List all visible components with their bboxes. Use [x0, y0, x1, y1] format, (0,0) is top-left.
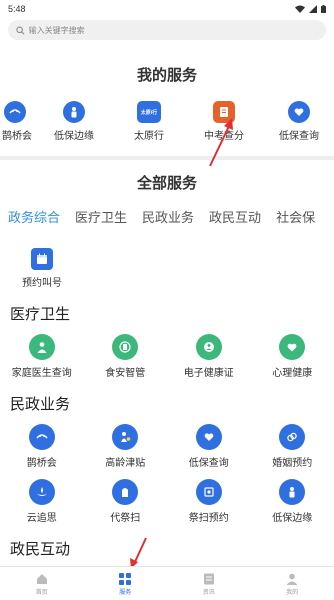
food-safety-icon	[112, 334, 139, 360]
tab-interaction[interactable]: 政民互动	[209, 207, 261, 226]
my-services-title: 我的服务	[136, 67, 197, 84]
nav-news[interactable]: 资讯	[167, 567, 251, 600]
service-tabs: 政务综合 医疗卫生 民政业务 政民互动 社会保	[0, 207, 334, 226]
service-label: 预约叫号	[22, 278, 62, 289]
taiyuanxing-badge: 太原i行	[140, 109, 158, 116]
heart-hand-icon	[195, 424, 222, 450]
service-label: 心理健康	[272, 368, 313, 379]
service-proxy-sweep[interactable]: 代祭扫	[84, 479, 168, 524]
my-service-score-query[interactable]: 中考查分	[191, 101, 257, 142]
my-service-magpie[interactable]: 鹊桥会	[2, 101, 32, 142]
all-services-title: 全部服务	[136, 175, 197, 192]
bottom-nav: 首页 服务 资讯 我的	[0, 566, 334, 600]
service-family-doctor[interactable]: 家庭医生查询	[0, 334, 84, 379]
search-icon	[16, 26, 25, 35]
medical-title: 医疗卫生	[10, 306, 71, 323]
service-label: 家庭医生查询	[11, 368, 72, 379]
interaction-title: 政民互动	[10, 541, 71, 558]
nav-home[interactable]: 首页	[0, 567, 84, 600]
calendar-icon	[31, 248, 53, 270]
memorial-icon	[28, 479, 55, 505]
status-icons	[295, 5, 326, 13]
service-label: 食安智管	[105, 368, 146, 379]
service-elderly-allowance[interactable]: 高龄津贴	[84, 424, 168, 469]
taiyuan-xing-icon: 太原i行	[137, 101, 161, 123]
service-magpie[interactable]: 鹊桥会	[0, 424, 84, 469]
person-family-icon	[279, 479, 306, 505]
civil-title: 民政业务	[10, 396, 71, 413]
service-label: 低保边缘	[272, 513, 313, 524]
nav-label: 我的	[286, 589, 299, 596]
service-dibao-query[interactable]: 低保查询	[167, 424, 251, 469]
service-label: 婚姻预约	[272, 458, 313, 469]
medical-grid: 家庭医生查询 食安智管 电子健康证 心理健康	[0, 334, 334, 379]
score-query-icon	[213, 101, 235, 123]
my-service-dibao-query[interactable]: 低保查询	[266, 101, 332, 142]
mental-health-icon	[279, 334, 306, 360]
tab-civil[interactable]: 民政业务	[142, 207, 194, 226]
elderly-allowance-icon	[112, 424, 139, 450]
marriage-icon	[279, 424, 306, 450]
service-cloud-memorial[interactable]: 云追思	[0, 479, 84, 524]
heart-hand-icon	[288, 101, 310, 123]
nav-services[interactable]: 服务	[84, 567, 168, 600]
status-bar: 5:48	[0, 0, 334, 18]
nav-label: 资讯	[202, 589, 215, 596]
grid-icon	[119, 572, 132, 585]
my-service-label: 鹊桥会	[2, 131, 32, 142]
service-sweep-booking[interactable]: 祭扫预约	[167, 479, 251, 524]
home-icon	[36, 573, 47, 584]
service-mental-health[interactable]: 心理健康	[251, 334, 334, 379]
search-bar	[0, 18, 334, 46]
my-service-label: 中考查分	[204, 131, 244, 142]
person-family-icon	[63, 101, 85, 123]
my-service-label: 太原行	[134, 131, 164, 142]
tomb-sweep-icon	[112, 479, 139, 505]
magpie-bridge-icon	[4, 101, 26, 123]
service-label: 鹊桥会	[26, 458, 57, 469]
my-services-row: 鹊桥会 低保边缘 太原i行 太原行 中考查分 低保查询	[0, 101, 334, 142]
service-health-cert[interactable]: 电子健康证	[167, 334, 251, 379]
service-label: 祭扫预约	[188, 513, 229, 524]
battery-icon	[321, 5, 326, 13]
service-label: 电子健康证	[183, 368, 234, 379]
section-divider	[0, 156, 334, 160]
tab-gov-general[interactable]: 政务综合	[8, 207, 60, 226]
my-service-label: 低保边缘	[54, 131, 94, 142]
user-icon	[286, 573, 298, 585]
search-box[interactable]	[8, 20, 326, 40]
service-label: 低保查询	[188, 458, 229, 469]
nav-label: 首页	[35, 589, 48, 596]
signal-icon	[309, 5, 317, 13]
magpie-bridge-icon	[28, 424, 55, 450]
my-service-taiyuanxing[interactable]: 太原i行 太原行	[116, 101, 182, 142]
tab-social-security[interactable]: 社会保	[276, 207, 315, 226]
service-label: 云追思	[26, 513, 57, 524]
tab-medical[interactable]: 医疗卫生	[75, 207, 127, 226]
service-appointment[interactable]: 预约叫号	[12, 248, 72, 289]
search-input[interactable]	[28, 25, 318, 35]
status-time: 5:48	[8, 4, 26, 14]
news-icon	[203, 573, 214, 584]
service-label: 高龄津贴	[105, 458, 146, 469]
service-food-safety[interactable]: 食安智管	[84, 334, 168, 379]
sweep-booking-icon	[195, 479, 222, 505]
nav-label: 服务	[119, 589, 132, 596]
health-cert-icon	[195, 334, 222, 360]
nav-mine[interactable]: 我的	[251, 567, 334, 600]
service-dibao-edge[interactable]: 低保边缘	[251, 479, 334, 524]
service-label: 代祭扫	[110, 513, 141, 524]
service-marriage-booking[interactable]: 婚姻预约	[251, 424, 334, 469]
my-service-label: 低保查询	[279, 131, 319, 142]
my-service-dibao-edge[interactable]: 低保边缘	[41, 101, 107, 142]
doctor-icon	[28, 334, 55, 360]
wifi-icon	[295, 5, 305, 13]
civil-grid: 鹊桥会 高龄津贴 低保查询 婚姻预约 云追思 代祭扫 祭扫预约 低保边缘	[0, 424, 334, 524]
